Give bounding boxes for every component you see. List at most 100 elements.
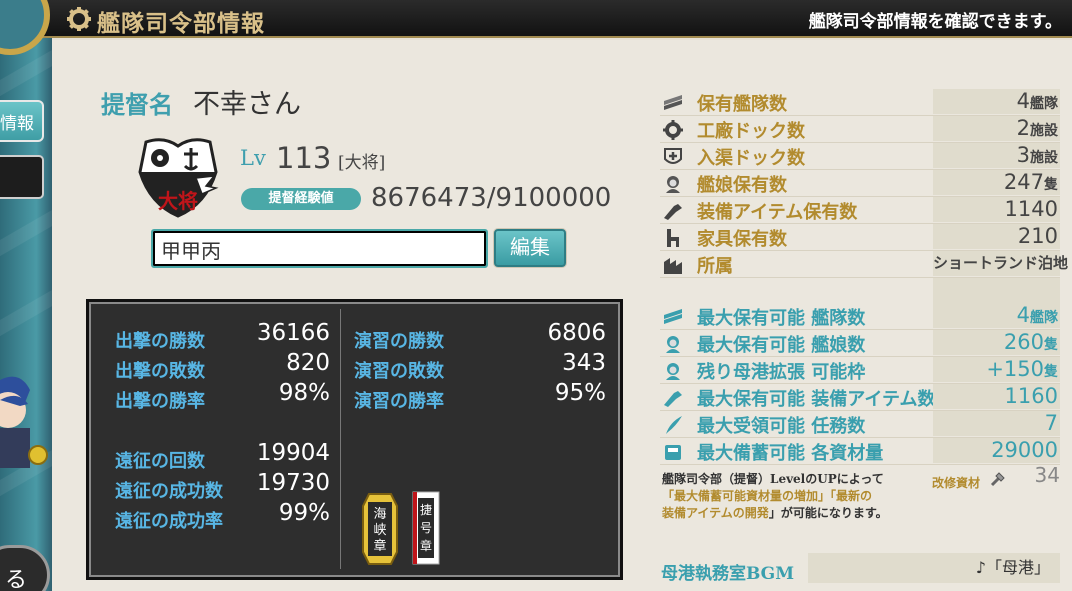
admiral-name: 不幸さん (193, 89, 301, 120)
stat-number-0: 4 (1016, 89, 1030, 113)
expedition-success-label: 遠征の成功数 (115, 481, 223, 502)
equipment-icon (664, 204, 682, 220)
stat-unit-1: 施設 (1030, 123, 1058, 139)
page-description: 艦隊司令部情報を確認できます。 (808, 12, 1062, 32)
expedition-count-label: 遠征の回数 (115, 451, 205, 472)
note-line-3-highlight: 装備アイテムの開発 (662, 506, 769, 520)
stat-number-1: 2 (1016, 116, 1030, 140)
max-stat-number-4: 7 (1044, 411, 1058, 435)
sortie-losses-value: 820 (286, 350, 330, 376)
base-icon (664, 258, 682, 274)
max-stat-label-2: 残り母港拡張 可能枠 (697, 362, 866, 383)
improvement-material-value: 34 (1034, 463, 1060, 487)
rank-name: [大将] (338, 153, 386, 173)
character-peek-image (0, 376, 48, 468)
stat-number-5: 210 (1017, 224, 1058, 248)
rank-emblem-icon: 大将 (138, 138, 219, 218)
stat-number-6: ショートランド泊地 (933, 254, 1069, 272)
max-stat-label-3: 最大保有可能 装備アイテム数 (697, 389, 936, 410)
max-stat-value-5: 29000 (933, 438, 1060, 463)
header-bar: 艦隊司令部情報 艦隊司令部情報を確認できます。 (0, 0, 1072, 38)
max-stat-unit-2: 隻 (1044, 364, 1058, 380)
max-stat-value-2: +150隻 (933, 357, 1060, 382)
sortie-rate-label: 出撃の勝率 (115, 391, 205, 412)
expedition-count-value: 19904 (256, 440, 330, 466)
stat-unit-0: 艦隊 (1030, 96, 1058, 112)
medal-strait-char1: 海 (373, 507, 386, 522)
stat-value-2: 3施設 (933, 143, 1060, 168)
medal-sho-char1: 捷 (420, 503, 432, 517)
max-stat-number-5: 29000 (991, 438, 1058, 462)
stat-number-4: 1140 (1004, 197, 1058, 221)
exp-badge: 提督経験値 (241, 188, 361, 210)
stat-row-divider (660, 464, 1060, 465)
screw-icon (990, 472, 1005, 487)
max-stat-unit-0: 艦隊 (1030, 310, 1058, 326)
repair-icon (664, 148, 682, 164)
max-stat-number-1: 260 (1003, 330, 1044, 354)
sidebar-tab-dark[interactable] (0, 155, 44, 199)
level-value: 113 (276, 141, 332, 175)
sortie-losses-label: 出撃の敗数 (115, 361, 205, 382)
sortie-rate-value: 98% (278, 380, 330, 406)
medal-strait-char3: 章 (373, 538, 386, 554)
exercise-losses-value: 343 (562, 350, 606, 376)
stat-label-0: 保有艦隊数 (697, 94, 787, 115)
stat-value-5: 210 (933, 224, 1060, 249)
max-stat-label-0: 最大保有可能 艦隊数 (697, 308, 866, 329)
equipment-icon (664, 391, 682, 407)
max-stat-label-1: 最大保有可能 艦娘数 (697, 335, 866, 356)
note-line-2: 「最大備蓄可能資材量の増加」「最新の (662, 489, 873, 503)
sidebar-tab-info-label: 情報 (0, 114, 34, 134)
shipgirl-icon (666, 336, 680, 353)
stat-label-5: 家具保有数 (697, 229, 787, 250)
rank-emblem-text: 大将 (158, 189, 198, 213)
medal-sho-icon: 捷 号 章 (412, 491, 440, 565)
stat-unit-3: 隻 (1044, 177, 1058, 193)
exp-value: 8676473/9100000 (371, 183, 612, 213)
max-stat-label-4: 最大受領可能 任務数 (697, 416, 866, 437)
max-stat-value-4: 7 (933, 411, 1060, 436)
page-title: 艦隊司令部情報 (97, 10, 265, 37)
exercise-rate-value: 95% (554, 380, 606, 406)
stat-label-1: 工廠ドック数 (697, 121, 805, 142)
max-stat-label-5: 最大備蓄可能 各資材量 (697, 443, 884, 464)
quill-icon (666, 416, 682, 434)
stat-value-6: ショートランド泊地 (933, 251, 1068, 276)
max-stat-value-3: 1160 (933, 384, 1060, 409)
note-line-3: 装備アイテムの開発」が可能になります。 (662, 505, 937, 522)
stat-value-3: 247隻 (933, 170, 1060, 195)
medal-strait-char2: 峡 (373, 523, 386, 538)
exercise-wins-value: 6806 (547, 320, 606, 346)
max-stat-value-0: 4艦隊 (933, 303, 1060, 328)
stat-label-3: 艦娘保有数 (697, 175, 787, 196)
medal-sho-char3: 章 (420, 538, 432, 553)
improvement-material-label: 改修資材 (932, 476, 981, 490)
fleet-icon (664, 95, 682, 110)
admiral-name-label: 提督名 (101, 90, 173, 119)
note-line-3-rest: 」が可能になります。 (768, 506, 888, 520)
stat-label-4: 装備アイテム保有数 (697, 202, 858, 223)
edit-comment-button[interactable]: 編集 (494, 229, 566, 267)
exercise-rate-label: 演習の勝率 (354, 391, 444, 412)
sidebar-tab-info[interactable]: 情報 (0, 100, 44, 142)
shipgirl-icon (666, 363, 680, 380)
medal-sho-char2: 号 (420, 521, 432, 535)
exercise-wins-label: 演習の勝数 (354, 331, 444, 352)
expedition-rate-value: 99% (278, 500, 330, 526)
gear-icon (67, 7, 91, 31)
stat-label-2: 入渠ドック数 (697, 148, 805, 169)
comment-input[interactable]: 甲甲丙 (151, 229, 488, 268)
max-stat-unit-1: 隻 (1044, 337, 1058, 353)
gear-icon (663, 120, 683, 140)
exercise-losses-label: 演習の敗数 (354, 361, 444, 382)
stat-value-1: 2施設 (933, 116, 1060, 141)
expedition-rate-label: 遠征の成功率 (115, 511, 223, 532)
max-stat-number-0: 4 (1016, 303, 1030, 327)
sortie-wins-value: 36166 (256, 320, 330, 346)
storage-icon (665, 445, 681, 460)
bgm-selector[interactable]: ♪「母港」 (808, 553, 1060, 583)
furniture-icon (667, 229, 679, 247)
stat-empty-value (933, 278, 1060, 303)
max-stat-number-3: 1160 (1004, 384, 1058, 408)
